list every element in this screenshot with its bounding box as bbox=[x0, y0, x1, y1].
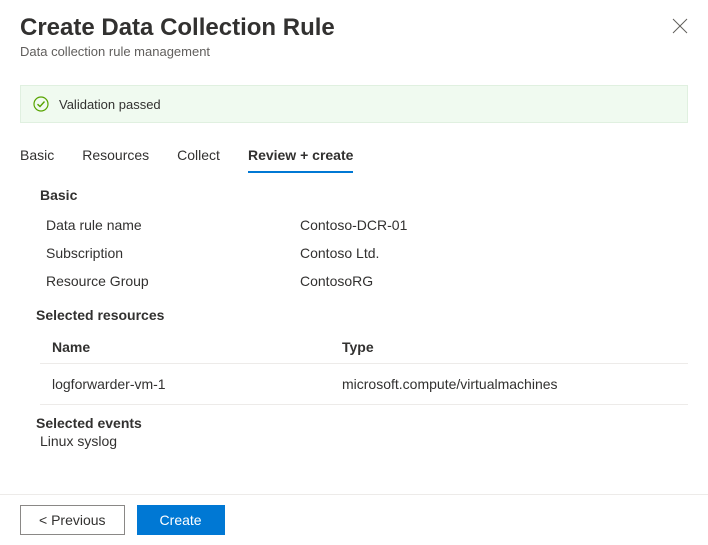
basic-row: Data rule name Contoso-DCR-01 bbox=[40, 211, 688, 239]
basic-val-subscription: Contoso Ltd. bbox=[300, 245, 379, 261]
page-subtitle: Data collection rule management bbox=[20, 44, 688, 59]
resources-heading: Selected resources bbox=[36, 307, 688, 323]
tab-review-create[interactable]: Review + create bbox=[248, 147, 353, 173]
page-title: Create Data Collection Rule bbox=[20, 14, 688, 42]
tab-resources[interactable]: Resources bbox=[82, 147, 149, 173]
close-button[interactable] bbox=[672, 18, 688, 34]
resources-table-header: Name Type bbox=[40, 331, 688, 364]
table-row: logforwarder-vm-1 microsoft.compute/virt… bbox=[40, 364, 688, 405]
column-type: Type bbox=[342, 339, 688, 355]
basic-row: Resource Group ContosoRG bbox=[40, 267, 688, 295]
basic-key-subscription: Subscription bbox=[40, 245, 300, 261]
resource-name: logforwarder-vm-1 bbox=[52, 376, 342, 392]
basic-val-resource-group: ContosoRG bbox=[300, 273, 373, 289]
resource-type: microsoft.compute/virtualmachines bbox=[342, 376, 688, 392]
tab-collect[interactable]: Collect bbox=[177, 147, 220, 173]
close-icon bbox=[672, 18, 688, 34]
tabs: Basic Resources Collect Review + create bbox=[0, 123, 708, 173]
validation-message: Validation passed bbox=[59, 97, 161, 112]
basic-val-data-rule-name: Contoso-DCR-01 bbox=[300, 217, 407, 233]
column-name: Name bbox=[52, 339, 342, 355]
events-value: Linux syslog bbox=[40, 433, 688, 449]
basic-key-data-rule-name: Data rule name bbox=[40, 217, 300, 233]
footer: < Previous Create bbox=[0, 494, 708, 545]
tab-basic[interactable]: Basic bbox=[20, 147, 54, 173]
create-button[interactable]: Create bbox=[137, 505, 225, 535]
basic-heading: Basic bbox=[40, 187, 688, 203]
events-heading: Selected events bbox=[36, 415, 688, 431]
previous-button[interactable]: < Previous bbox=[20, 505, 125, 535]
checkmark-icon bbox=[33, 96, 49, 112]
basic-key-resource-group: Resource Group bbox=[40, 273, 300, 289]
validation-banner: Validation passed bbox=[20, 85, 688, 123]
basic-row: Subscription Contoso Ltd. bbox=[40, 239, 688, 267]
